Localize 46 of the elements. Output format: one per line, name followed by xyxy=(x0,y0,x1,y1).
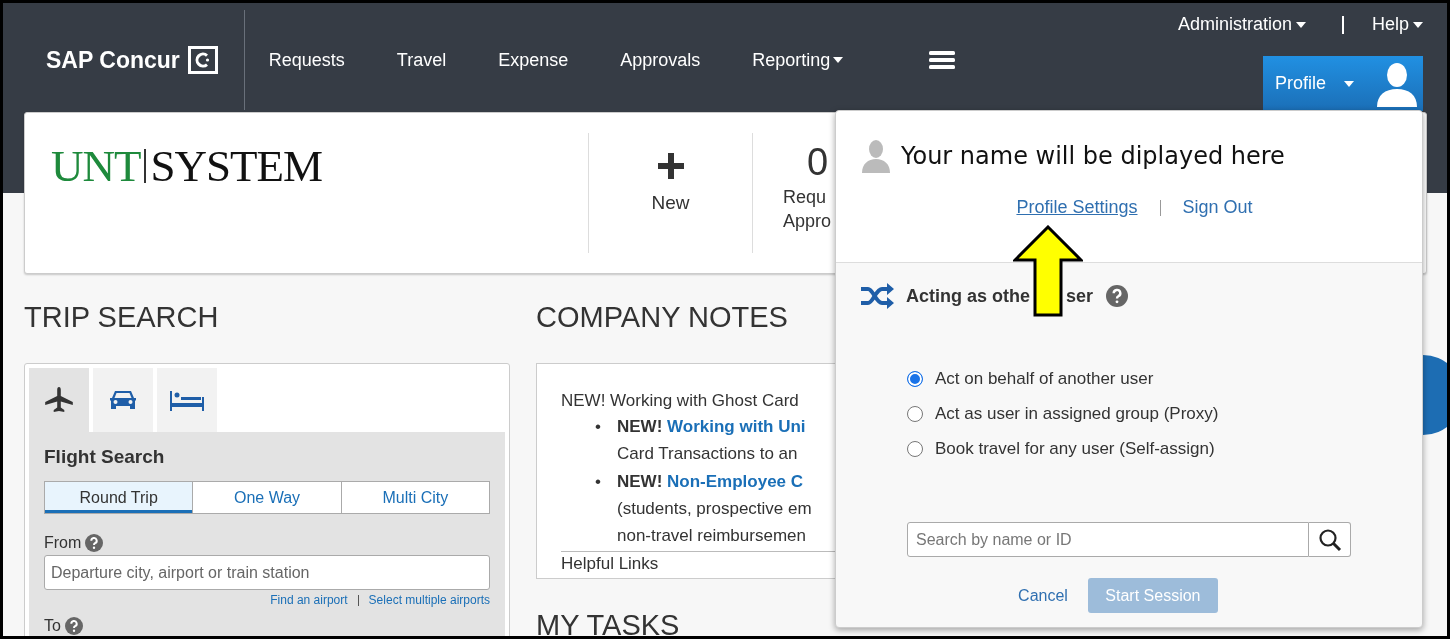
section-title: TRIP SEARCH xyxy=(24,301,220,333)
field-label: From xyxy=(44,534,82,552)
nav-item[interactable]: Expense xyxy=(498,49,595,71)
airport-link[interactable]: Find an airport xyxy=(270,593,348,607)
trip-type-tab[interactable]: Round Trip xyxy=(45,482,194,513)
note-text: non-travel reimbursemen xyxy=(617,525,806,547)
form-title: Flight Search xyxy=(44,446,166,468)
section-heading: Acting as othe xyxy=(906,285,1030,307)
menu-link[interactable]: Sign Out xyxy=(1182,197,1253,218)
option-label[interactable]: Act on behalf of another user xyxy=(935,368,1154,389)
note-text: Card Transactions to an xyxy=(617,443,798,465)
note-heading: Helpful Links xyxy=(561,554,659,573)
utility-menu[interactable]: Administration xyxy=(1177,14,1306,35)
nav-item[interactable]: Requests xyxy=(268,49,371,71)
brand-logo-text[interactable]: SAP Concur xyxy=(46,46,180,74)
user-name: Your name will be diplayed here xyxy=(901,142,1285,170)
note-link[interactable]: Non-Employee C xyxy=(667,472,804,491)
note-link[interactable]: Working with Uni xyxy=(667,417,806,436)
section-heading: ser xyxy=(1066,285,1094,307)
nav-item[interactable]: Reporting xyxy=(752,49,870,71)
bullet-marker: • xyxy=(595,416,602,438)
airport-link[interactable]: Select multiple airports xyxy=(368,593,490,607)
note-text: (students, prospective em xyxy=(617,498,812,520)
logo-text: SYSTEM xyxy=(150,140,323,192)
note-text: NEW! Working with Ghost Card xyxy=(561,391,799,411)
count-value[interactable]: 0 xyxy=(807,139,829,185)
action-label[interactable]: New xyxy=(651,191,690,215)
user-search-field[interactable]: Search by name or ID xyxy=(907,522,1309,557)
section-title: COMPANY NOTES xyxy=(536,301,789,333)
cancel-button[interactable]: Cancel xyxy=(1018,586,1068,605)
nav-item[interactable]: Travel xyxy=(396,49,473,71)
profile-button[interactable]: Profile xyxy=(1263,56,1423,111)
utility-menu[interactable]: Help xyxy=(1371,14,1423,35)
from-field[interactable]: Departure city, airport or train station xyxy=(44,555,490,590)
new-label: NEW! xyxy=(617,417,663,436)
option-label[interactable]: Book travel for any user (Self-assign) xyxy=(935,438,1215,459)
logo-text: UNT xyxy=(51,140,141,192)
section-title: MY TASKS xyxy=(536,609,681,636)
option-label[interactable]: Act as user in assigned group (Proxy) xyxy=(935,403,1219,424)
menu-link[interactable]: Profile Settings xyxy=(1016,197,1138,218)
action-label[interactable]: Requ xyxy=(783,185,827,209)
field-label: To xyxy=(44,617,61,635)
new-label: NEW! xyxy=(617,472,663,491)
bullet-marker: • xyxy=(595,471,602,493)
nav-item[interactable]: Approvals xyxy=(620,49,727,71)
action-label[interactable]: Appro xyxy=(783,209,832,233)
